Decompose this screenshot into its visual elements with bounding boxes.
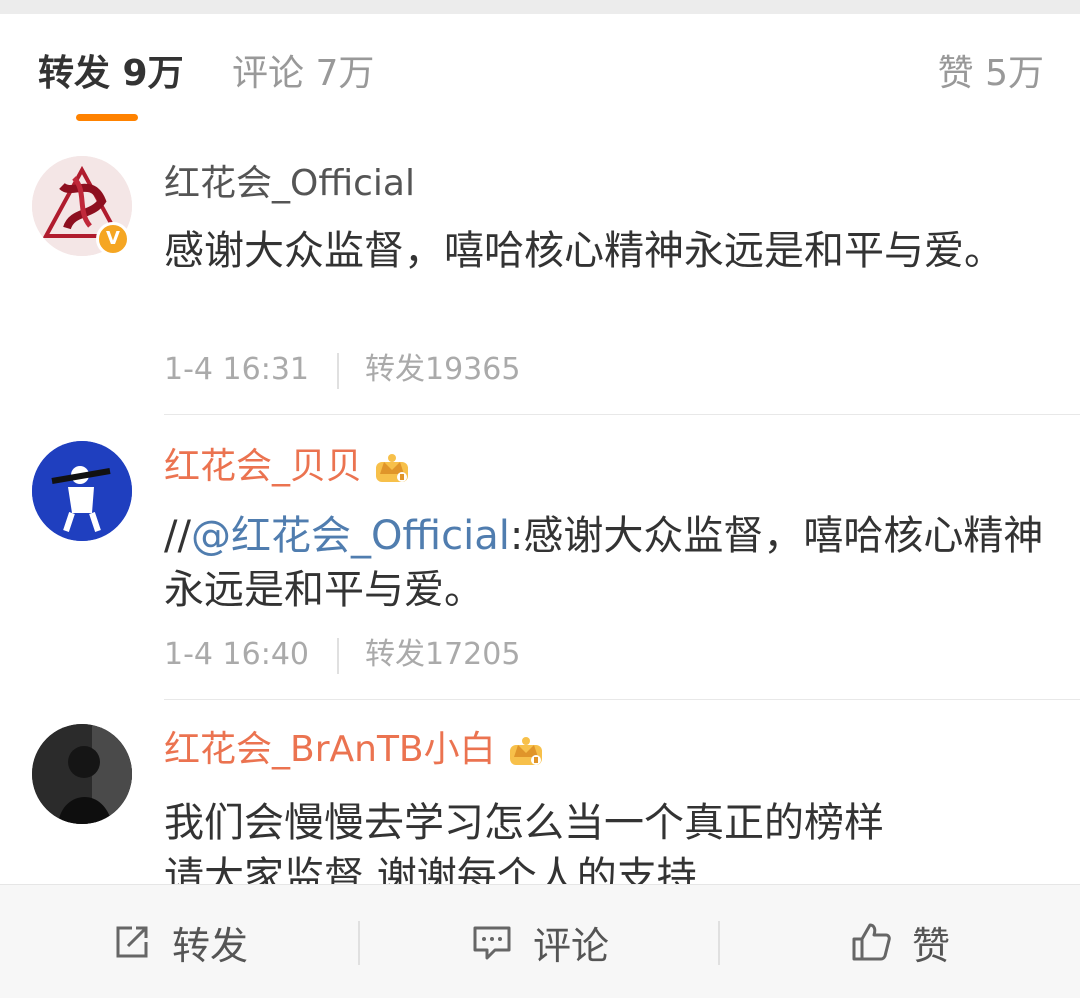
timestamp: 1-4 16:31 (164, 352, 309, 387)
username-text: 红花会_BrAnTB小白 (164, 729, 496, 770)
repost-meta: 1-4 16:31 转发19365 (164, 352, 520, 389)
repost-label: 转发 (171, 923, 248, 968)
username[interactable]: 红花会_BrAnTB小白 (164, 728, 546, 772)
tab-bar: 转发 9万 评论 7万 赞 5万 (0, 14, 1080, 144)
avatar-photo-icon (32, 724, 132, 824)
repost-count[interactable]: 转发17205 (365, 637, 520, 672)
repost-list: V 红花会_Official 感谢大众监督，嘻哈核心精神永远是和平与爱。 1-4… (0, 130, 1080, 884)
thumbs-up-icon (852, 923, 891, 961)
repost-content: 感谢大众监督，嘻哈核心精神永远是和平与爱。 (164, 228, 1004, 274)
divider (337, 352, 339, 389)
username[interactable]: 红花会_Official (164, 162, 415, 206)
avatar[interactable] (32, 724, 132, 824)
like-label: 赞 (911, 923, 950, 968)
status-strip (0, 0, 1080, 14)
tab-comment[interactable]: 评论 7万 (232, 54, 374, 94)
avatar[interactable] (32, 441, 132, 541)
username[interactable]: 红花会_贝贝 (164, 445, 412, 489)
action-bar: 转发 评论 赞 (0, 884, 1080, 998)
username-text: 红花会_贝贝 (164, 446, 363, 487)
list-item[interactable]: V 红花会_Official 感谢大众监督，嘻哈核心精神永远是和平与爱。 1-4… (0, 130, 1080, 415)
repost-meta: 1-4 16:40 转发17205 (164, 637, 520, 674)
repost-button[interactable]: 转发 (0, 885, 360, 998)
repost-text-line: 我们会慢慢去学习怎么当一个真正的榜样 (164, 800, 884, 846)
crown-badge-icon (509, 737, 542, 765)
share-icon (116, 926, 148, 958)
avatar-illustration-icon (32, 441, 132, 541)
list-item[interactable]: 红花会_BrAnTB小白 我们会慢慢去学习怎么当一个真正的榜样 请大家监督 谢谢… (0, 700, 1080, 884)
repost-count[interactable]: 转发19365 (365, 352, 520, 387)
repost-prefix: // (164, 513, 191, 559)
repost-content: //@红花会_Official:感谢大众监督，嘻哈核心精神永远是和平与爱。 (164, 509, 1044, 617)
comment-icon (473, 926, 511, 960)
comment-label: 评论 (532, 923, 609, 968)
tab-repost[interactable]: 转发 9万 (38, 54, 184, 94)
verified-v-icon: V (96, 222, 130, 256)
timestamp: 1-4 16:40 (164, 637, 309, 672)
comment-button[interactable]: 评论 (360, 885, 720, 998)
tab-like[interactable]: 赞 5万 (938, 54, 1044, 94)
active-tab-indicator (76, 114, 138, 121)
divider (337, 637, 339, 674)
mention-link[interactable]: @红花会_Official (191, 513, 510, 559)
repost-text-line: 请大家监督 谢谢每个人的支持 (164, 854, 697, 884)
like-button[interactable]: 赞 (720, 885, 1080, 998)
crown-badge-icon (376, 454, 409, 482)
repost-content: 我们会慢慢去学习怎么当一个真正的榜样 请大家监督 谢谢每个人的支持 (164, 796, 1044, 884)
list-item[interactable]: 红花会_贝贝 //@红花会_Official:感谢大众监督，嘻哈核心精神永远是和… (0, 415, 1080, 699)
